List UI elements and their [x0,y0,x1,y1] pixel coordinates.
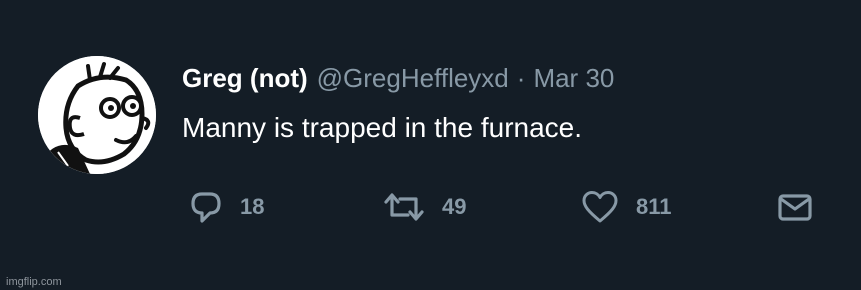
tweet-text: Manny is trapped in the furnace. [182,112,583,143]
envelope-icon [778,194,812,221]
separator-dot: · [516,63,526,93]
heart-icon [582,191,618,223]
display-name[interactable]: Greg (not) [182,58,308,98]
reply-count: 18 [240,194,265,219]
tweet-actions: 18 49 811 [0,186,861,228]
greg-face-icon [38,56,156,174]
retweet-arrows-icon [384,193,424,221]
reply-bubble-icon [191,192,221,223]
like-count: 811 [636,194,672,219]
user-handle[interactable]: @GregHeffleyxd [317,58,509,98]
retweet-count: 49 [442,194,467,219]
avatar[interactable] [38,56,156,174]
tweet-date[interactable]: Mar 30 [533,58,614,98]
tweet-header: Greg (not) @GregHeffleyxd · Mar 30 [182,58,614,98]
reply-button[interactable]: 18 [188,186,264,228]
watermark: imgflip.com [6,276,62,288]
like-button[interactable]: 811 [580,186,672,228]
direct-message-button[interactable] [776,186,814,228]
tweet-card: Greg (not) @GregHeffleyxd · Mar 30 Manny… [0,0,861,290]
retweet-button[interactable]: 49 [382,186,466,228]
